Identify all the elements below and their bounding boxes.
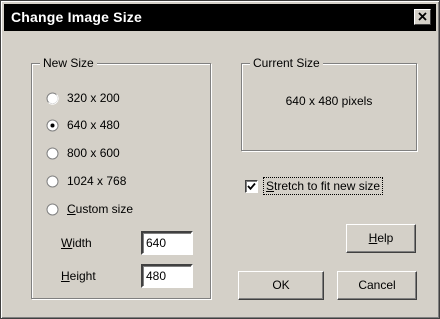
stretch-label-rest: tretch to fit new size (274, 179, 381, 193)
checkmark-icon (247, 182, 256, 190)
radio-custom-size[interactable]: Custom size (46, 200, 133, 218)
radio-button-icon (46, 92, 59, 105)
radio-button-selected-icon (46, 119, 59, 131)
stretch-to-fit-label: Stretch to fit new size (262, 177, 384, 195)
change-image-size-dialog: Change Image Size New Size 320 x 200 640… (0, 0, 440, 319)
radio-800x600[interactable]: 800 x 600 (46, 144, 120, 162)
radio-label: 320 x 200 (67, 91, 120, 105)
current-size-group: Current Size 640 x 480 pixels (241, 56, 417, 151)
radio-label: 1024 x 768 (67, 174, 127, 188)
radio-label: 800 x 600 (67, 146, 120, 160)
radio-640x480[interactable]: 640 x 480 (46, 116, 120, 134)
help-button[interactable]: Help (346, 224, 416, 253)
dialog-title: Change Image Size (11, 9, 142, 25)
close-icon (418, 12, 427, 21)
current-size-value: 640 x 480 pixels (285, 94, 373, 108)
width-input[interactable]: 640 (141, 231, 193, 255)
width-label: Width (61, 234, 92, 252)
close-button[interactable] (414, 9, 431, 25)
radio-label: 640 x 480 (67, 118, 120, 132)
width-label-rest: idth (72, 236, 92, 250)
checkbox[interactable] (245, 179, 258, 193)
height-label: Height (61, 267, 96, 285)
mnemonic-letter: H (61, 269, 70, 283)
mnemonic-letter: S (266, 179, 275, 193)
help-label-rest: elp (377, 231, 394, 245)
radio-320x200[interactable]: 320 x 200 (46, 89, 120, 107)
new-size-group-label: New Size (40, 56, 97, 70)
radio-label-custom-size: Custom size (67, 200, 133, 218)
height-label-rest: eight (69, 269, 96, 283)
radio-1024x768[interactable]: 1024 x 768 (46, 172, 126, 190)
cancel-button[interactable]: Cancel (337, 271, 417, 300)
stretch-to-fit-checkbox[interactable]: Stretch to fit new size (245, 176, 384, 196)
current-size-group-label: Current Size (250, 56, 323, 70)
mnemonic-letter: W (61, 236, 73, 250)
radio-button-icon (46, 175, 59, 187)
title-bar[interactable]: Change Image Size (4, 4, 436, 31)
height-input[interactable]: 480 (141, 264, 193, 288)
radio-label-rest: ustom size (75, 202, 134, 216)
mnemonic-letter: C (67, 202, 76, 216)
radio-button-icon (46, 203, 59, 215)
ok-button[interactable]: OK (238, 271, 324, 300)
radio-button-icon (46, 147, 59, 159)
